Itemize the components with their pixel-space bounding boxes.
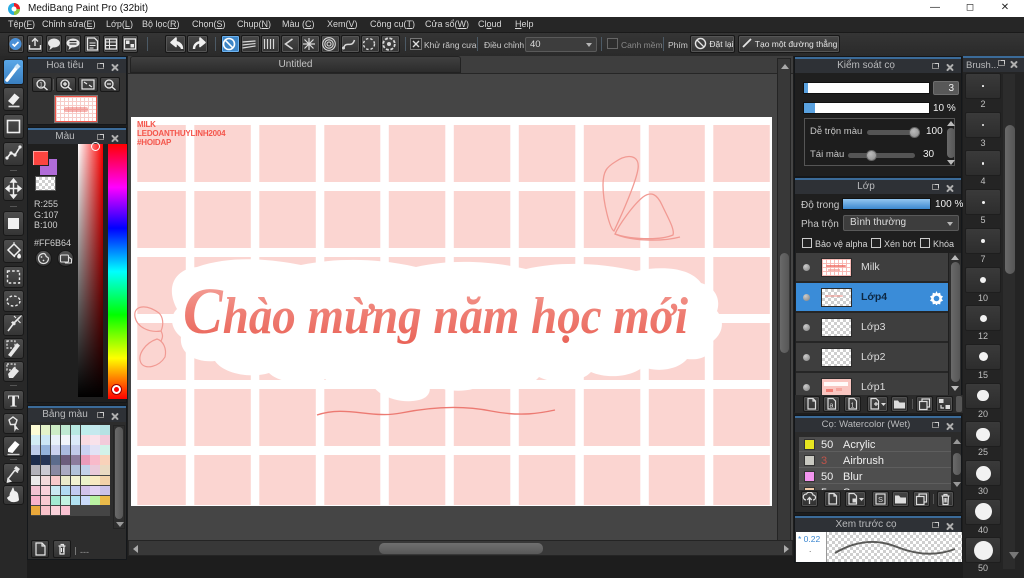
svg-text:T: T — [8, 392, 20, 411]
svg-text:S: S — [878, 495, 883, 504]
svg-text:a: a — [830, 403, 834, 410]
svg-text:1: 1 — [851, 403, 855, 410]
